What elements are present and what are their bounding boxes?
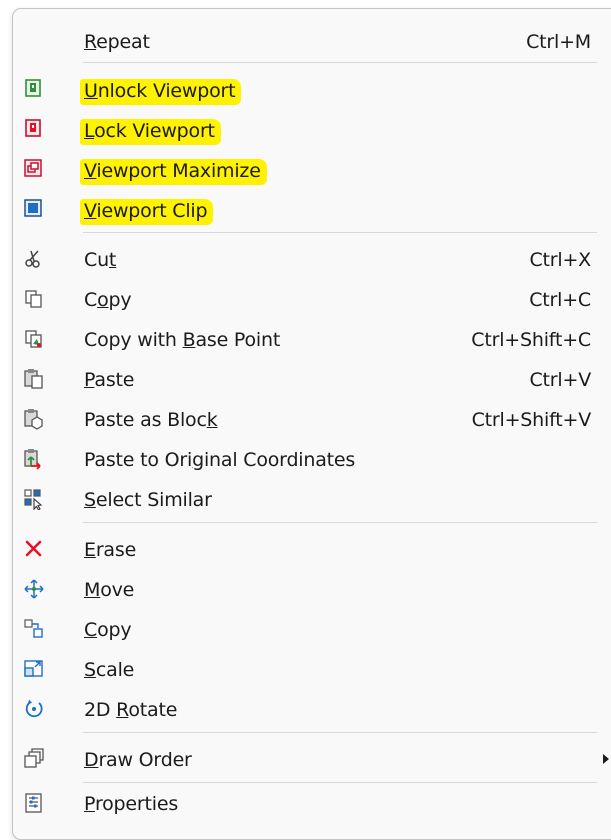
context-menu: Repeat Ctrl+M Unlock Viewport Lock Viewp… (12, 8, 611, 840)
menu-item-shortcut: Ctrl+Shift+C (471, 329, 591, 351)
menu-item-lock-viewport[interactable]: Lock Viewport (13, 109, 611, 149)
menu-item-label: Viewport Maximize (80, 159, 267, 185)
copy-base-point-icon (23, 328, 47, 350)
menu-item-label: Viewport Clip (80, 199, 214, 225)
move-arrows-icon (23, 578, 47, 600)
menu-item-label: Paste as Block (84, 409, 218, 431)
erase-x-icon (23, 538, 47, 560)
menu-item-move[interactable]: Move (13, 569, 611, 609)
menu-item-repeat[interactable]: Repeat Ctrl+M (13, 21, 611, 61)
submenu-arrow-icon (603, 754, 609, 764)
menu-item-cut[interactable]: Cut Ctrl+X (13, 239, 611, 279)
lock-viewport-icon (23, 118, 47, 140)
menu-item-label: Unlock Viewport (80, 79, 242, 105)
menu-item-shortcut: Ctrl+X (529, 249, 591, 271)
menu-item-label: Cut (84, 249, 117, 271)
rotate-icon (23, 698, 47, 720)
menu-separator (83, 232, 597, 233)
paste-original-coordinates-icon (23, 448, 47, 470)
menu-item-copy-base-point[interactable]: Copy with Base Point Ctrl+Shift+C (13, 319, 611, 359)
menu-item-scale[interactable]: Scale (13, 649, 611, 689)
menu-item-paste-as-block[interactable]: Paste as Block Ctrl+Shift+V (13, 399, 611, 439)
menu-separator (83, 522, 597, 523)
scale-icon (23, 658, 47, 680)
paste-as-block-icon (23, 408, 47, 430)
select-similar-icon (23, 488, 47, 510)
menu-item-label: Copy (84, 289, 132, 311)
viewport-clip-icon (23, 198, 47, 220)
menu-item-label: Properties (84, 793, 179, 815)
properties-icon (23, 792, 47, 814)
menu-separator (83, 732, 597, 733)
menu-item-shortcut: Ctrl+C (529, 289, 591, 311)
scissors-icon (23, 248, 47, 270)
menu-item-label: Copy (84, 619, 132, 641)
menu-item-viewport-maximize[interactable]: Viewport Maximize (13, 149, 611, 189)
menu-item-label: Draw Order (84, 749, 192, 771)
menu-item-shortcut: Ctrl+V (529, 369, 591, 391)
menu-item-label: Paste to Original Coordinates (84, 449, 356, 471)
menu-item-unlock-viewport[interactable]: Unlock Viewport (13, 69, 611, 109)
menu-item-label: 2D Rotate (84, 699, 178, 721)
menu-separator (83, 62, 597, 63)
paste-icon (23, 368, 47, 390)
menu-item-shortcut: Ctrl+Shift+V (471, 409, 592, 431)
menu-item-label: Erase (84, 539, 137, 561)
menu-item-properties[interactable]: Properties (13, 783, 611, 823)
menu-item-viewport-clip[interactable]: Viewport Clip (13, 189, 611, 229)
draw-order-icon (23, 748, 47, 770)
menu-item-label: Move (84, 579, 135, 601)
viewport-maximize-icon (23, 158, 47, 180)
copy-icon (23, 288, 47, 310)
menu-item-label: Paste (84, 369, 135, 391)
menu-item-paste-original-coordinates[interactable]: Paste to Original Coordinates (13, 439, 611, 479)
menu-item-erase[interactable]: Erase (13, 529, 611, 569)
unlock-viewport-icon (23, 78, 47, 100)
menu-item-shortcut: Ctrl+M (526, 31, 591, 53)
menu-item-label: Select Similar (84, 489, 212, 511)
menu-item-select-similar[interactable]: Select Similar (13, 479, 611, 519)
menu-item-copy-objects[interactable]: Copy (13, 609, 611, 649)
menu-item-draw-order[interactable]: Draw Order (13, 739, 611, 779)
menu-item-paste[interactable]: Paste Ctrl+V (13, 359, 611, 399)
menu-item-label: Scale (84, 659, 135, 681)
menu-item-copy-clipboard[interactable]: Copy Ctrl+C (13, 279, 611, 319)
menu-item-label: Repeat (84, 31, 150, 53)
menu-item-2d-rotate[interactable]: 2D Rotate (13, 689, 611, 729)
menu-item-label: Lock Viewport (80, 119, 221, 145)
copy-objects-icon (23, 618, 47, 640)
menu-item-label: Copy with Base Point (84, 329, 281, 351)
